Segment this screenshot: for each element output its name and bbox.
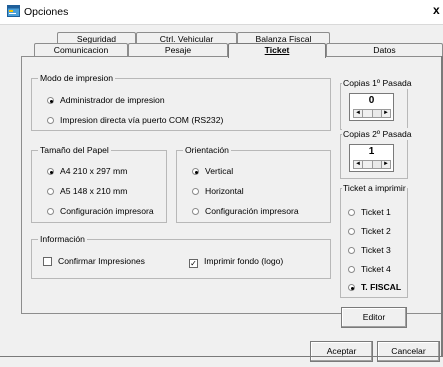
orientacion-group: Orientación Vertical Horizontal Configur… (176, 144, 331, 223)
checkbox[interactable] (43, 257, 52, 266)
radio-impresion-directa[interactable]: Impresion directa vía puerto COM (RS232) (47, 114, 223, 126)
radio-papel-config-impresora[interactable]: Configuración impresora (47, 205, 154, 217)
copias-1-group: Copias 1º Pasada 0 ◄ ► (340, 77, 413, 130)
informacion-title: Información (38, 233, 87, 245)
copias-2-group: Copias 2º Pasada 1 ◄ ► (340, 128, 413, 179)
modo-impresion-group: Modo de impresion Administrador de impre… (31, 72, 331, 131)
checkbox-checked[interactable]: ✓ (189, 259, 198, 268)
options-window: Opciones x Seguridad Ctrl. Vehicular Bal… (0, 0, 443, 367)
tab-comunicacion[interactable]: Comunicacion (34, 43, 128, 57)
copias-2-spinner[interactable]: 1 ◄ ► (349, 144, 394, 172)
cancelar-button[interactable]: Cancelar (377, 341, 440, 362)
radio-ticket-1[interactable]: Ticket 1 (348, 206, 391, 218)
window-title: Opciones (24, 6, 69, 18)
radio-button[interactable] (348, 209, 355, 216)
radio-vertical[interactable]: Vertical (192, 165, 233, 177)
radio-horizontal[interactable]: Horizontal (192, 185, 244, 197)
checkbox-imprimir-fondo[interactable]: ✓ Imprimir fondo (logo) (189, 255, 283, 268)
radio-t-fiscal[interactable]: T. FISCAL (348, 281, 401, 293)
radio-administrador[interactable]: Administrador de impresion (47, 94, 165, 106)
radio-ticket-2[interactable]: Ticket 2 (348, 225, 391, 237)
scroll-thumb[interactable] (363, 110, 373, 117)
copias-2-title: Copias 2º Pasada (342, 128, 413, 140)
aceptar-button[interactable]: Aceptar (310, 341, 373, 362)
title-bar[interactable]: Opciones x (0, 0, 443, 25)
radio-button[interactable] (192, 208, 199, 215)
ticket-imprimir-title: Ticket a imprimir (342, 182, 407, 194)
radio-button[interactable] (192, 168, 199, 175)
radio-orientacion-config-impresora[interactable]: Configuración impresora (192, 205, 299, 217)
copias-2-value: 1 (368, 146, 375, 157)
tamano-papel-title: Tamaño del Papel (38, 144, 111, 156)
radio-button[interactable] (47, 188, 54, 195)
scroll-left-icon[interactable]: ◄ (354, 110, 363, 117)
scroll-left-icon[interactable]: ◄ (354, 161, 363, 168)
copias-1-title: Copias 1º Pasada (342, 77, 413, 89)
radio-a5[interactable]: A5 148 x 210 mm (47, 185, 127, 197)
ticket-panel: Modo de impresion Administrador de impre… (21, 56, 442, 328)
checkbox-confirmar-impresiones[interactable]: Confirmar Impresiones (43, 255, 145, 267)
copias-1-value: 0 (368, 95, 375, 106)
copias-2-scrollbar[interactable]: ◄ ► (353, 160, 391, 169)
scroll-thumb[interactable] (363, 161, 373, 168)
app-icon (7, 5, 20, 17)
informacion-group: Información Confirmar Impresiones ✓ Impri… (31, 233, 331, 279)
copias-1-spinner[interactable]: 0 ◄ ► (349, 93, 394, 121)
radio-button[interactable] (47, 97, 54, 104)
radio-button[interactable] (348, 284, 355, 291)
orientacion-title: Orientación (183, 144, 231, 156)
radio-button[interactable] (348, 247, 355, 254)
radio-button[interactable] (47, 168, 54, 175)
radio-button[interactable] (47, 208, 54, 215)
radio-button[interactable] (192, 188, 199, 195)
close-icon[interactable]: x (433, 3, 440, 17)
radio-button[interactable] (348, 228, 355, 235)
modo-impresion-title: Modo de impresion (38, 72, 116, 84)
radio-ticket-3[interactable]: Ticket 3 (348, 244, 391, 256)
tab-datos[interactable]: Datos (326, 43, 443, 57)
radio-a4[interactable]: A4 210 x 297 mm (47, 165, 127, 177)
scroll-right-icon[interactable]: ► (381, 161, 390, 168)
scroll-right-icon[interactable]: ► (381, 110, 390, 117)
radio-button[interactable] (47, 117, 54, 124)
copias-1-scrollbar[interactable]: ◄ ► (353, 109, 391, 118)
ticket-imprimir-group: Ticket a imprimir Ticket 1 Ticket 2 Tick… (340, 182, 408, 298)
bottom-divider (0, 356, 443, 357)
editor-button[interactable]: Editor (341, 307, 407, 328)
radio-ticket-4[interactable]: Ticket 4 (348, 263, 391, 275)
tamano-papel-group: Tamaño del Papel A4 210 x 297 mm A5 148 … (31, 144, 167, 223)
radio-button[interactable] (348, 266, 355, 273)
tab-ticket[interactable]: Ticket (228, 43, 326, 58)
tab-pesaje[interactable]: Pesaje (128, 43, 228, 57)
